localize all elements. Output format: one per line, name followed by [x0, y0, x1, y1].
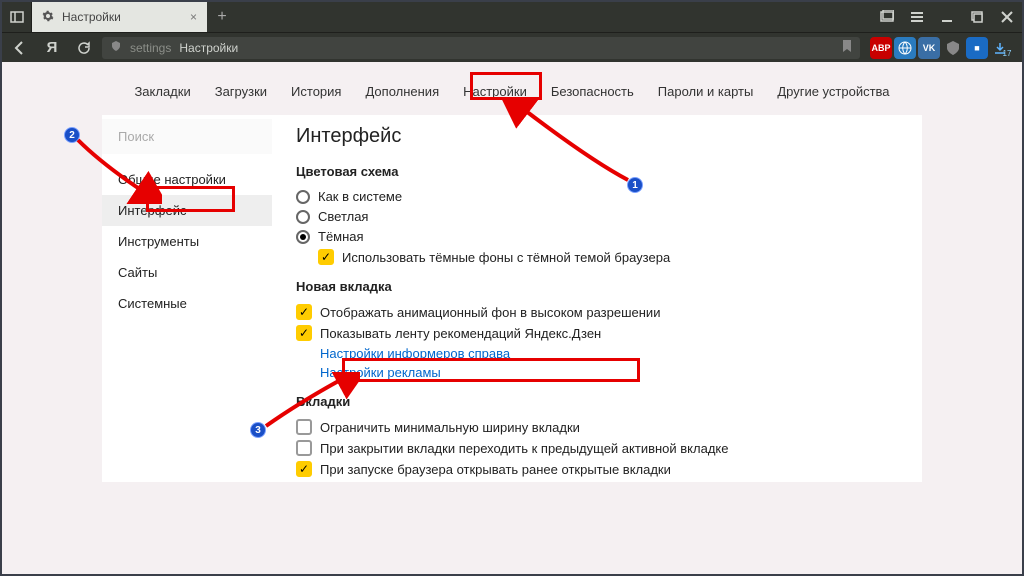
radio-system[interactable]: Как в системе	[296, 189, 898, 204]
check-hires-bg[interactable]: Отображать анимационный фон в высоком ра…	[296, 304, 898, 320]
tab-bookmarks[interactable]: Закладки	[134, 80, 190, 103]
close-button[interactable]	[992, 2, 1022, 32]
tab-close-button[interactable]: ×	[190, 10, 197, 24]
shield-icon	[110, 40, 122, 55]
radio-dark[interactable]: Тёмная	[296, 229, 898, 244]
settings-tabs: Закладки Загрузки История Дополнения Нас…	[134, 62, 889, 115]
annotation-badge-1: 1	[627, 177, 643, 193]
nav-bar: Я settings Настройки ABP VK ■ 17	[2, 32, 1022, 62]
section-color-scheme: Цветовая схема	[296, 164, 898, 179]
link-ads[interactable]: Настройки рекламы	[320, 365, 898, 380]
check-prev-active[interactable]: При закрытии вкладки переходить к предыд…	[296, 440, 898, 456]
back-button[interactable]	[6, 34, 34, 62]
radio-light[interactable]: Светлая	[296, 209, 898, 224]
ext-globe-icon[interactable]	[894, 37, 916, 59]
tab-security[interactable]: Безопасность	[551, 80, 634, 103]
address-bar[interactable]: settings Настройки	[102, 37, 860, 59]
settings-sidebar: Поиск Общие настройки Интерфейс Инструме…	[102, 115, 272, 482]
settings-pane: Интерфейс Цветовая схема Как в системе С…	[272, 115, 922, 482]
check-dark-bg[interactable]: Использовать тёмные фоны с тёмной темой …	[318, 249, 898, 265]
tab-settings[interactable]: Настройки	[463, 80, 527, 103]
tab-downloads[interactable]: Загрузки	[215, 80, 267, 103]
check-min-width[interactable]: Ограничить минимальную ширину вкладки	[296, 419, 898, 435]
gear-icon	[42, 10, 54, 25]
check-zen[interactable]: Показывать ленту рекомендаций Яндекс.Дзе…	[296, 325, 898, 341]
browser-tab[interactable]: Настройки ×	[32, 2, 207, 32]
window-titlebar: Настройки × +	[2, 2, 1022, 32]
ext-shield-icon[interactable]	[942, 37, 964, 59]
link-informers[interactable]: Настройки информеров справа	[320, 346, 898, 361]
annotation-badge-2: 2	[64, 127, 80, 143]
section-new-tab: Новая вкладка	[296, 279, 898, 294]
overview-button[interactable]	[872, 2, 902, 32]
tab-addons[interactable]: Дополнения	[365, 80, 439, 103]
tab-title: Настройки	[62, 10, 121, 24]
ext-adblock-icon[interactable]: ABP	[870, 37, 892, 59]
pane-heading: Интерфейс	[296, 125, 898, 148]
bookmark-icon[interactable]	[842, 40, 852, 55]
downloads-button[interactable]: 17	[990, 34, 1018, 62]
sidebar-item-general[interactable]: Общие настройки	[102, 164, 272, 195]
reload-button[interactable]	[70, 34, 98, 62]
tab-passwords[interactable]: Пароли и карты	[658, 80, 754, 103]
annotation-badge-3: 3	[250, 422, 266, 438]
sidebar-item-interface[interactable]: Интерфейс	[102, 195, 272, 226]
section-tabs: Вкладки	[296, 394, 898, 409]
addr-text: Настройки	[179, 41, 238, 55]
tab-history[interactable]: История	[291, 80, 341, 103]
sidebar-search[interactable]: Поиск	[102, 119, 272, 154]
check-restore[interactable]: При запуске браузера открывать ранее отк…	[296, 461, 898, 477]
yandex-home-button[interactable]: Я	[38, 34, 66, 62]
ext-vk-icon[interactable]: VK	[918, 37, 940, 59]
maximize-button[interactable]	[962, 2, 992, 32]
sidebar-item-tools[interactable]: Инструменты	[102, 226, 272, 257]
sidebar-item-sites[interactable]: Сайты	[102, 257, 272, 288]
minimize-button[interactable]	[932, 2, 962, 32]
menu-button[interactable]	[902, 2, 932, 32]
ext-blue-icon[interactable]: ■	[966, 37, 988, 59]
sidebar-item-system[interactable]: Системные	[102, 288, 272, 319]
tab-other-devices[interactable]: Другие устройства	[777, 80, 889, 103]
new-tab-button[interactable]: +	[207, 2, 237, 32]
addr-prefix: settings	[130, 41, 171, 55]
sidebar-toggle-button[interactable]	[2, 2, 32, 32]
